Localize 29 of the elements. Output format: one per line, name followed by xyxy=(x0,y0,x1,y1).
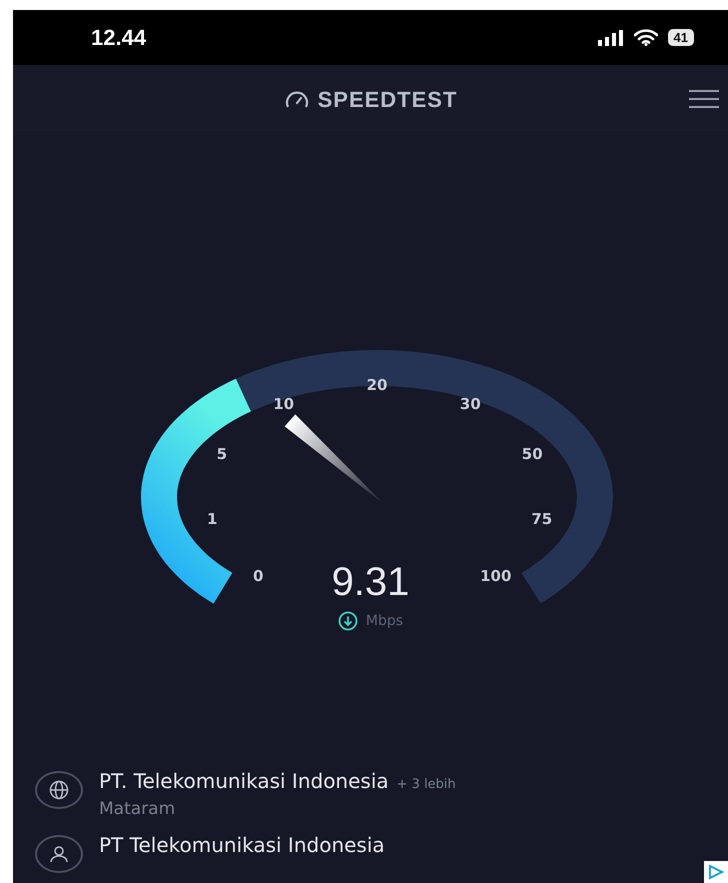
gauge-tick-label: 50 xyxy=(522,445,543,464)
app-title: SPEEDTEST xyxy=(318,87,458,113)
provider-name: PT. Telekomunikasi Indonesia xyxy=(99,769,389,793)
gauge-tick-label: 1 xyxy=(207,510,218,528)
speed-value: 9.31 xyxy=(332,560,410,605)
gauge-tick-label: 100 xyxy=(480,567,512,586)
gauge-tick-label: 30 xyxy=(460,394,481,413)
more-servers-link[interactable]: + 3 lebih xyxy=(396,777,456,792)
gauge-tick-label: 10 xyxy=(273,394,294,413)
wifi-icon xyxy=(634,29,658,46)
battery-level: 41 xyxy=(668,29,694,46)
user-icon xyxy=(49,845,69,863)
provider-icon-circle[interactable] xyxy=(35,771,83,809)
server-location: Mataram xyxy=(99,799,176,819)
menu-button[interactable] xyxy=(686,87,722,111)
play-icon xyxy=(708,864,724,880)
gauge-tick-label: 75 xyxy=(531,510,552,528)
gauge-tick-label: 5 xyxy=(216,445,227,464)
ad-badge[interactable] xyxy=(704,861,728,883)
speed-unit: Mbps xyxy=(366,613,404,629)
provider-name: PT Telekomunikasi Indonesia xyxy=(99,833,385,857)
status-time: 12.44 xyxy=(91,24,146,50)
gauge-tick-label: 0 xyxy=(252,567,264,586)
gauge-logo-icon xyxy=(284,90,310,110)
download-icon xyxy=(338,611,358,631)
globe-icon xyxy=(49,780,69,800)
gauge-tick-label: 20 xyxy=(366,376,388,394)
signal-icon xyxy=(598,30,624,46)
user-icon-circle[interactable] xyxy=(35,835,83,873)
